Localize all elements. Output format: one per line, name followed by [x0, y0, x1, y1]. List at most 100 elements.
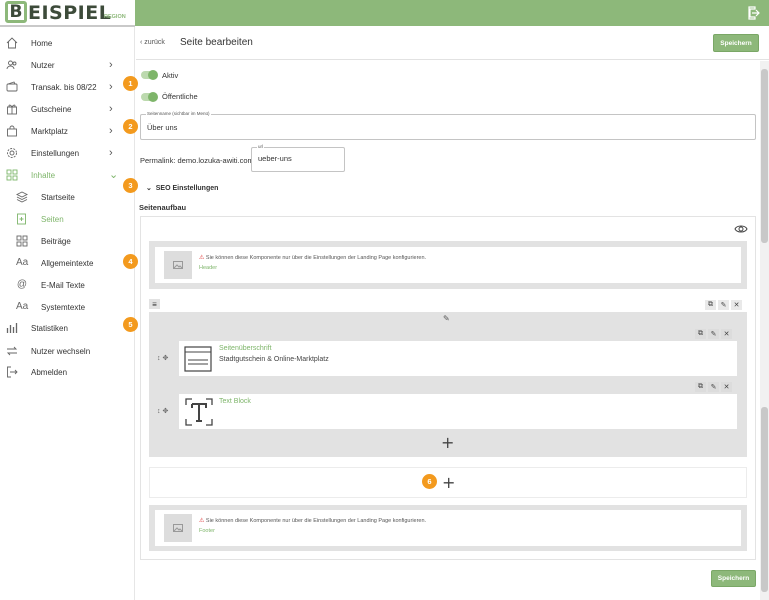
sidebar-item-seiten[interactable]: Seiten: [0, 209, 135, 229]
edit-icon[interactable]: ✎: [443, 314, 450, 323]
add-component-icon[interactable]: +: [441, 435, 454, 451]
back-link[interactable]: ‹ zurück: [140, 39, 165, 46]
add-section-icon[interactable]: +: [442, 475, 455, 491]
sidebar-item-beitraege[interactable]: Beiträge: [0, 231, 135, 251]
component-subtitle: Stadtgutschein & Online-Marktplatz: [219, 356, 329, 363]
sidebar-item-label: Marktplatz: [31, 126, 68, 136]
header-warning: ⚠ Sie können diese Komponente nur über d…: [199, 254, 426, 261]
gear-icon: [7, 148, 17, 158]
footer-warning: ⚠ Sie können diese Komponente nur über d…: [199, 517, 426, 524]
text-icon: Aa: [16, 257, 29, 268]
sidebar-item-einstellungen[interactable]: Einstellungen ›: [0, 143, 135, 163]
move-icon[interactable]: ↕ ✥: [157, 354, 168, 362]
sidebar-item-startseite[interactable]: Startseite: [0, 187, 135, 207]
close-icon[interactable]: ✕: [731, 300, 742, 310]
logout-icon: [7, 366, 18, 378]
header-card: ⚠ Sie können diese Komponente nur über d…: [155, 247, 741, 283]
sidebar-item-home[interactable]: Home: [0, 33, 135, 53]
home-icon: [6, 37, 18, 49]
sidebar-item-label: Statistiken: [31, 323, 68, 333]
sidebar-item-label: Beiträge: [41, 236, 71, 246]
sidebar-item-label: Allgemeintexte: [41, 258, 94, 268]
logo-region: REGION: [104, 14, 126, 20]
users-icon: [6, 60, 17, 70]
sidebar-item-label: Home: [31, 38, 53, 48]
scrollbar-thumb[interactable]: [761, 407, 768, 592]
sidebar: Home Nutzer › Transak. bis 08/22 › Gutsc…: [0, 27, 135, 600]
component-title: Text Block: [219, 398, 251, 405]
footer-component: ⚠ Sie können diese Komponente nur über d…: [149, 505, 747, 551]
scrollbar[interactable]: [760, 61, 769, 600]
chevron-down-icon: ⌄: [109, 169, 119, 181]
oeffentlich-toggle[interactable]: [141, 92, 158, 102]
chevron-right-icon: ›: [109, 125, 113, 137]
component-title: Seitenüberschrift: [219, 345, 272, 352]
sidebar-item-marktplatz[interactable]: Marktplatz ›: [0, 121, 135, 141]
switch-icon: [6, 346, 18, 356]
sidebar-item-nutzer-wechseln[interactable]: Nutzer wechseln: [0, 341, 135, 361]
sidebar-item-transaktionen[interactable]: Transak. bis 08/22 ›: [0, 77, 135, 97]
page-add-icon: [17, 213, 26, 225]
annotation-badge-3: 3: [123, 178, 138, 193]
header-name: Header: [199, 265, 218, 271]
wallet-icon: [6, 81, 18, 92]
add-section-area[interactable]: +: [149, 467, 747, 498]
header-warning-text: Sie können diese Komponente nur über die…: [205, 255, 427, 261]
page-title: Seite bearbeiten: [180, 37, 253, 48]
seitenname-field[interactable]: Seitenname (sichtbar im Menü) Über uns: [140, 111, 756, 140]
sidebar-item-label: E-Mail Texte: [41, 280, 85, 290]
sidebar-item-label: Seiten: [41, 214, 64, 224]
edit-icon[interactable]: ✎: [718, 300, 729, 310]
edit-icon[interactable]: ✎: [708, 382, 719, 392]
sidebar-item-label: Transak. bis 08/22: [31, 82, 97, 92]
logo-letter: B: [5, 1, 27, 23]
sidebar-item-nutzer[interactable]: Nutzer ›: [0, 55, 135, 75]
image-placeholder-icon: [164, 514, 192, 542]
save-button[interactable]: Speichern: [713, 34, 759, 52]
sidebar-item-label: Einstellungen: [31, 148, 80, 158]
main-content: Aktiv Öffentliche Seitenname (sichtbar i…: [136, 61, 760, 600]
sidebar-item-inhalte[interactable]: Inhalte ⌄: [0, 165, 135, 185]
component-text-block[interactable]: Text Block: [179, 394, 737, 429]
copy-icon[interactable]: ⧉: [695, 329, 706, 339]
component-seitenueberschrift[interactable]: Seitenüberschrift Stadtgutschein & Onlin…: [179, 341, 737, 376]
sidebar-item-allgemeintexte[interactable]: Aa Allgemeintexte: [0, 253, 135, 273]
url-field[interactable]: url ueber-uns: [251, 144, 345, 172]
save-button-bottom[interactable]: Speichern: [711, 570, 756, 587]
at-icon: @: [16, 279, 28, 290]
logo[interactable]: B EISPIEL REGION: [0, 0, 135, 27]
eye-icon[interactable]: [734, 224, 748, 234]
seitenname-value: Über uns: [147, 123, 178, 132]
move-icon[interactable]: ↕ ✥: [157, 407, 168, 415]
scrollbar-thumb[interactable]: [761, 69, 768, 243]
sidebar-item-statistiken[interactable]: Statistiken: [0, 318, 135, 338]
copy-icon[interactable]: ⧉: [695, 382, 706, 392]
drag-handle-icon[interactable]: ≡: [149, 299, 160, 309]
annotation-badge-1: 1: [123, 76, 138, 91]
sidebar-item-abmelden[interactable]: Abmelden: [0, 362, 135, 382]
url-value: ueber-uns: [258, 154, 292, 163]
chevron-right-icon: ›: [109, 147, 113, 159]
chevron-right-icon: ›: [109, 59, 113, 71]
warning-icon: ⚠: [199, 518, 205, 524]
sidebar-item-label: Inhalte: [31, 170, 56, 180]
sidebar-item-systemtexte[interactable]: Aa Systemtexte: [0, 297, 135, 317]
seo-toggle[interactable]: ⌄ SEO Einstellungen: [146, 184, 218, 192]
chevron-right-icon: ›: [109, 103, 113, 115]
annotation-badge-4: 4: [123, 254, 138, 269]
copy-icon[interactable]: ⧉: [705, 300, 716, 310]
section-heading: Seitenaufbau: [139, 203, 187, 212]
seitenname-legend: Seitenname (sichtbar im Menü): [146, 111, 211, 117]
sidebar-item-gutscheine[interactable]: Gutscheine ›: [0, 99, 135, 119]
footer-warning-text: Sie können diese Komponente nur über die…: [205, 518, 427, 524]
edit-icon[interactable]: ✎: [708, 329, 719, 339]
close-icon[interactable]: ✕: [721, 382, 732, 392]
aktiv-toggle[interactable]: [141, 70, 158, 80]
sidebar-item-label: Abmelden: [31, 367, 68, 377]
sidebar-item-label: Nutzer wechseln: [31, 346, 91, 356]
sidebar-item-label: Gutscheine: [31, 104, 72, 114]
sidebar-item-email-texte[interactable]: @ E-Mail Texte: [0, 275, 135, 295]
close-icon[interactable]: ✕: [721, 329, 732, 339]
page-builder: ⚠ Sie können diese Komponente nur über d…: [140, 216, 756, 560]
logout-icon[interactable]: [747, 6, 761, 20]
